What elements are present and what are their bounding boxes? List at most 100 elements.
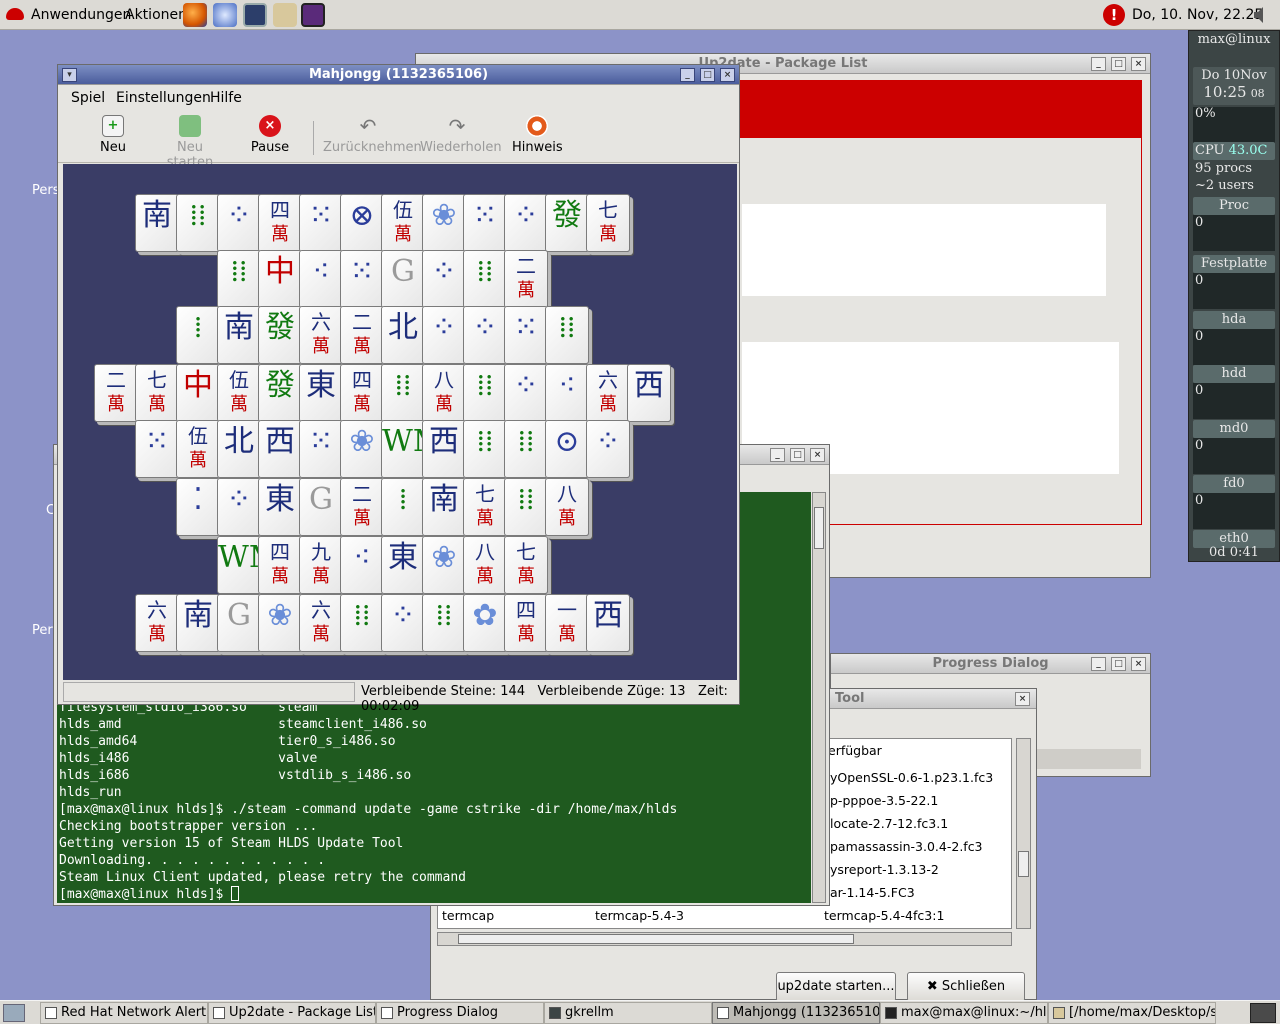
mahjong-tile[interactable]: 發 (258, 306, 302, 364)
close-button[interactable]: × (1131, 57, 1146, 71)
mahjong-tile[interactable]: ⁘ (586, 420, 630, 478)
show-desktop-icon[interactable] (3, 1004, 25, 1022)
mahjong-tile[interactable]: ⁞⁞ (217, 250, 261, 308)
maximize-button[interactable]: □ (1111, 657, 1126, 671)
mahjong-tile[interactable]: 二萬 (340, 306, 384, 364)
mahjong-tile[interactable]: ⁙ (299, 194, 343, 252)
mahjong-tile[interactable]: 二萬 (340, 478, 384, 536)
mahjong-tile[interactable]: G (381, 250, 425, 308)
mahjong-tile[interactable]: ⁞⁞ (504, 478, 548, 536)
mahjong-tile[interactable]: 二萬 (94, 364, 138, 422)
menu-settings[interactable]: Einstellungen (116, 90, 211, 106)
window-menu-button[interactable]: ▾ (62, 68, 77, 82)
mahjong-tile[interactable]: ❀ (340, 420, 384, 478)
mahjong-tile[interactable]: 四萬 (258, 536, 302, 594)
list-item[interactable]: locate-2.7-12.fc3.1 (830, 812, 948, 835)
desktop-icon-label[interactable]: Pers (32, 183, 60, 198)
mahjong-tile[interactable]: 發 (258, 364, 302, 422)
mahjong-tile[interactable]: ⁘ (217, 478, 261, 536)
panel-clock[interactable]: Do, 10. Nov, 22.25 (1132, 7, 1263, 23)
firefox-icon[interactable] (183, 3, 207, 27)
mahjong-tile[interactable]: 四萬 (504, 594, 548, 652)
mahjong-tile[interactable]: ⁞⁞ (545, 306, 589, 364)
progress-dialog-titlebar[interactable]: Progress Dialog _ □ × (831, 654, 1150, 674)
close-button[interactable]: × (1131, 657, 1146, 671)
column-header-available[interactable]: erfügbar (828, 743, 882, 758)
email-icon[interactable] (213, 3, 237, 27)
mahjong-tile[interactable]: ⁞⁞ (381, 364, 425, 422)
minimize-button[interactable]: _ (1091, 657, 1106, 671)
mahjong-tile[interactable]: ⁘ (463, 306, 507, 364)
mahjong-tile[interactable]: 北 (381, 306, 425, 364)
mahjong-tile[interactable]: 發 (545, 194, 589, 252)
mahjong-tile[interactable]: 七萬 (504, 536, 548, 594)
package-name[interactable]: termcap (442, 904, 494, 927)
mahjong-tile[interactable]: ⁘ (422, 250, 466, 308)
scrollbar-thumb[interactable] (458, 934, 854, 944)
mahjong-tile[interactable]: 中 (176, 364, 220, 422)
mahjong-tile[interactable]: 六萬 (586, 364, 630, 422)
mahjong-tile[interactable]: ❀ (422, 194, 466, 252)
scrollbar-thumb[interactable] (814, 507, 824, 549)
mahjong-tile[interactable]: ⁘ (504, 364, 548, 422)
minimize-button[interactable]: _ (680, 68, 695, 82)
mahjong-tile[interactable]: ⁙ (135, 420, 179, 478)
mahjong-tile[interactable]: 南 (422, 478, 466, 536)
package-installed-version[interactable]: termcap-5.4-3 (595, 904, 684, 927)
gkrellm-launcher-icon[interactable] (301, 3, 325, 27)
pause-button[interactable]: × Pause (248, 115, 292, 155)
mahjong-tile[interactable]: 東 (258, 478, 302, 536)
mahjong-tile[interactable]: ⁞⁞ (463, 364, 507, 422)
mahjong-tile[interactable]: ⁞ (381, 478, 425, 536)
minimize-button[interactable]: _ (770, 448, 785, 462)
package-available-version[interactable]: termcap-5.4-4fc3:1 (824, 904, 944, 927)
maximize-button[interactable]: □ (700, 68, 715, 82)
mahjong-tile[interactable]: 東 (299, 364, 343, 422)
mahjong-tile[interactable]: ⁙ (299, 420, 343, 478)
mahjong-tile[interactable]: 二萬 (504, 250, 548, 308)
mahjong-tile[interactable]: 伍萬 (217, 364, 261, 422)
mahjong-tile[interactable]: WM (217, 536, 280, 594)
notes-icon[interactable] (273, 3, 297, 27)
mahjong-tile[interactable]: 西 (258, 420, 302, 478)
mahjong-tile[interactable]: ⁚ (176, 478, 220, 536)
mahjong-tile[interactable]: ⁞⁞ (504, 420, 548, 478)
mahjong-tile[interactable]: 南 (135, 194, 179, 252)
taskbar-item[interactable]: gkrellm (544, 1002, 712, 1024)
mahjong-tile[interactable]: ⁞⁞ (422, 594, 466, 652)
mahjong-tile[interactable]: ⁞ (176, 306, 220, 364)
mahjong-tile[interactable]: ✿ (463, 594, 507, 652)
list-item[interactable]: ar-1.14-5.FC3 (830, 881, 915, 904)
mahjong-tile[interactable]: 西 (586, 594, 630, 652)
mahjong-tile[interactable]: 七萬 (586, 194, 630, 252)
mahjong-tile[interactable]: WM (381, 420, 444, 478)
mahjong-tile[interactable]: G (217, 594, 261, 652)
list-item[interactable]: ysreport-1.3.13-2 (830, 858, 939, 881)
undo-button[interactable]: ↶ Zurücknehmen (323, 115, 422, 155)
list-item[interactable]: p-pppoe-3.5-22.1 (830, 789, 938, 812)
terminal-scrollbar[interactable] (812, 492, 826, 903)
mahjong-tile[interactable]: 西 (627, 364, 671, 422)
mahjong-tile[interactable]: ⁞⁞ (176, 194, 220, 252)
mahjong-tile[interactable]: 八萬 (422, 364, 466, 422)
mahjong-tile[interactable]: 西 (422, 420, 466, 478)
alert-icon[interactable]: ! (1103, 4, 1125, 26)
mahjong-tile[interactable]: ⁙ (463, 194, 507, 252)
taskbar-item[interactable]: Up2date - Package List (208, 1002, 376, 1024)
applications-menu[interactable]: Anwendungen (31, 7, 131, 23)
minimize-button[interactable]: _ (1091, 57, 1106, 71)
terminal-launcher-icon[interactable] (243, 3, 267, 27)
vertical-scrollbar[interactable] (1016, 738, 1031, 929)
mahjong-tile[interactable]: ❀ (422, 536, 466, 594)
mahjong-tile[interactable]: 九萬 (299, 536, 343, 594)
start-up2date-button[interactable]: up2date starten... (776, 972, 896, 1002)
mahjong-tile[interactable]: ⁘ (504, 194, 548, 252)
mahjong-tile[interactable]: 六萬 (299, 594, 343, 652)
taskbar-item[interactable]: Red Hat Network Alert N (40, 1002, 208, 1024)
mahjong-tile[interactable]: 北 (217, 420, 261, 478)
list-item[interactable]: pamassassin-3.0.4-2.fc3 (830, 835, 983, 858)
mahjong-tile[interactable]: ⁞⁞ (463, 420, 507, 478)
menu-game[interactable]: Spiel (71, 90, 105, 106)
new-game-button[interactable]: + Neu (98, 115, 128, 155)
mahjong-tile[interactable]: ⁖ (299, 250, 343, 308)
